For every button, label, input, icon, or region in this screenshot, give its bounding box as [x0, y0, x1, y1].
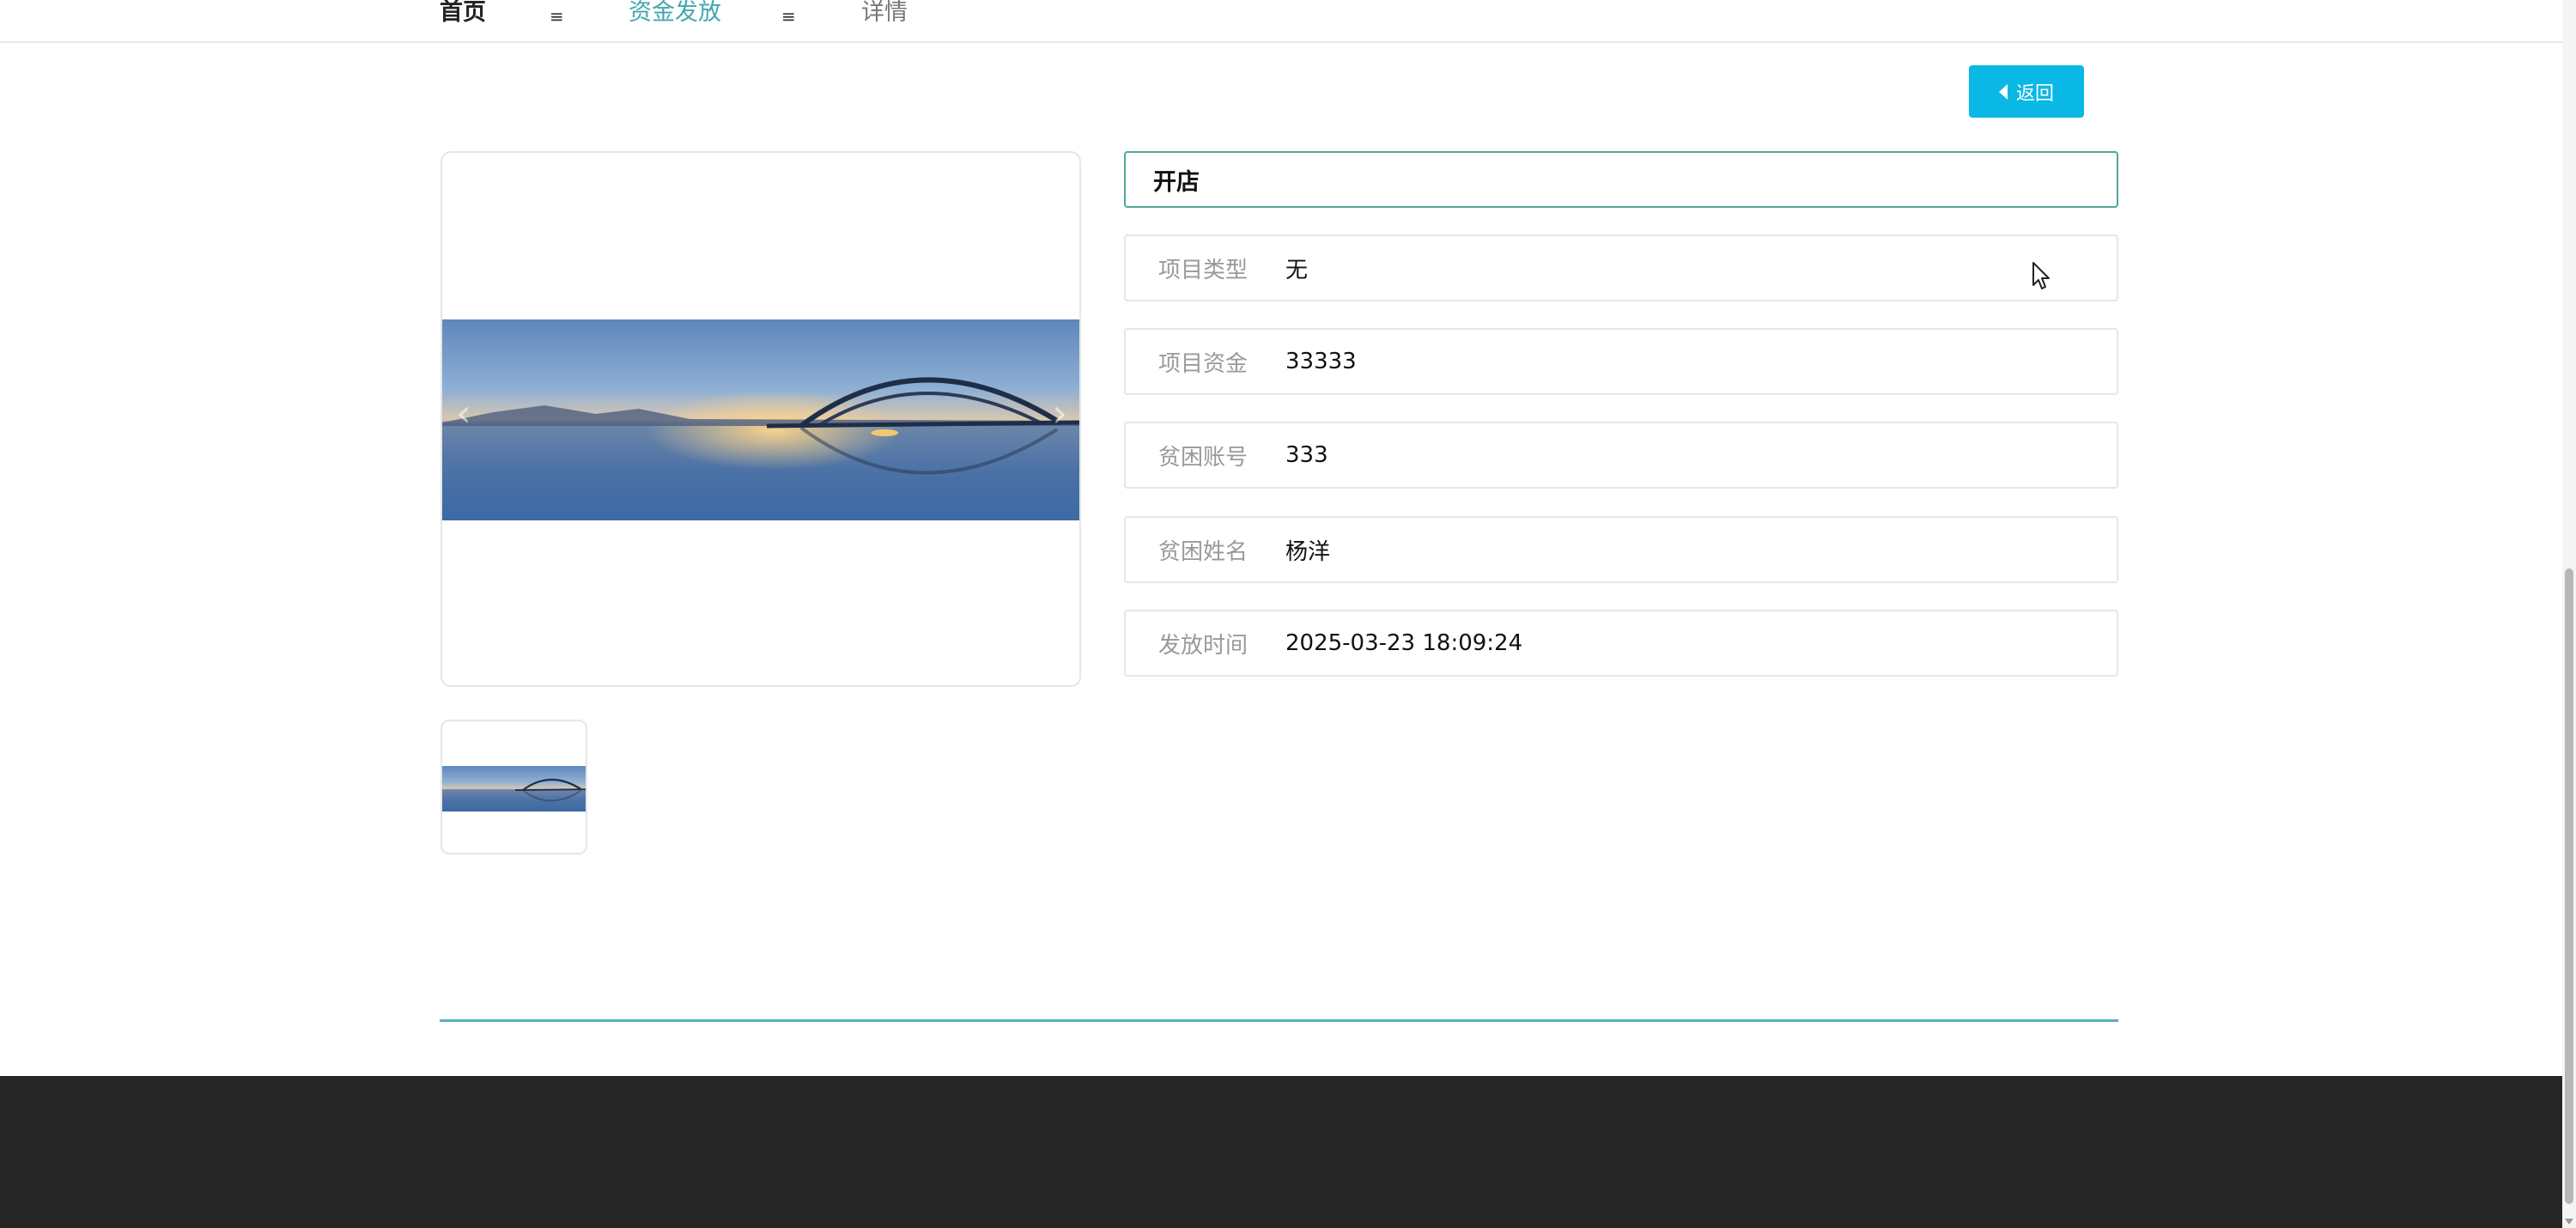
field-poor-name: 贫困姓名 杨洋: [1124, 516, 2118, 583]
breadcrumb-fund-release[interactable]: 资金发放: [629, 0, 721, 27]
breadcrumb-home[interactable]: 首页: [440, 0, 486, 27]
field-poor-account: 贫困账号 333: [1124, 422, 2118, 489]
scroll-down-icon[interactable]: [2565, 1219, 2573, 1225]
scrollbar-thumb[interactable]: [2565, 568, 2573, 1204]
field-label: 项目资金: [1158, 350, 1249, 377]
thumbnail-photo: [442, 766, 586, 812]
prev-image-icon[interactable]: ‹: [456, 395, 471, 433]
field-value: 无: [1285, 257, 1309, 283]
breadcrumb-detail: 详情: [861, 0, 908, 26]
breadcrumb-separator-icon: ≡: [781, 6, 796, 27]
field-value: 杨洋: [1285, 538, 1331, 565]
footer: [0, 1076, 2562, 1228]
field-release-time: 发放时间 2025-03-23 18:09:24: [1124, 610, 2118, 677]
mouse-cursor-icon: [2032, 262, 2050, 289]
field-value: 2025-03-23 18:09:24: [1285, 630, 1523, 656]
field-label: 贫困账号: [1158, 444, 1249, 471]
back-button[interactable]: 返回: [1969, 65, 2084, 118]
thumbnail-1[interactable]: [440, 720, 587, 854]
next-image-icon[interactable]: ›: [1052, 395, 1067, 433]
image-gallery: ‹ ›: [440, 151, 1081, 687]
breadcrumb-separator-icon: ≡: [550, 6, 564, 27]
field-project-type: 项目类型 无: [1124, 234, 2118, 301]
field-label: 贫困姓名: [1158, 538, 1249, 565]
field-label: 项目类型: [1158, 257, 1249, 283]
breadcrumb: 首页 ≡ 资金发放 ≡ 详情: [0, 0, 2562, 43]
page-scrollbar[interactable]: [2562, 0, 2576, 1228]
back-button-label: 返回: [2015, 82, 2054, 105]
caret-left-icon: [1998, 83, 2008, 100]
field-value: 33333: [1285, 349, 1357, 374]
field-value: 333: [1285, 442, 1328, 468]
field-label: 发放时间: [1158, 632, 1249, 659]
project-title: 开店: [1124, 151, 2118, 208]
section-divider: [440, 1019, 2118, 1022]
main-photo: [442, 319, 1079, 520]
field-project-fund: 项目资金 33333: [1124, 328, 2118, 395]
